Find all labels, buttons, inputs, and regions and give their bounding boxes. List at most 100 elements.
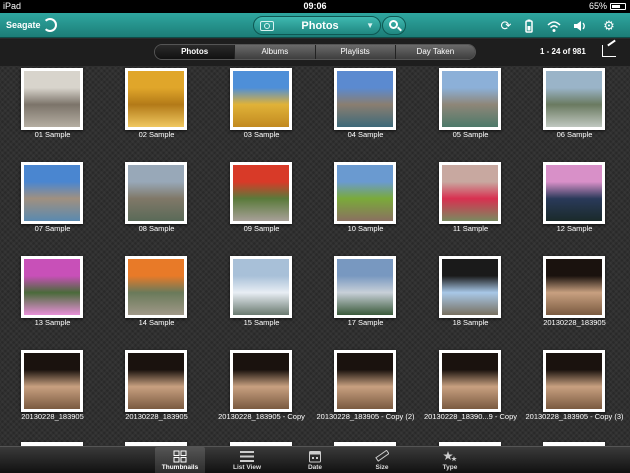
photo-frame bbox=[230, 256, 292, 318]
gear-icon[interactable]: ⚙ bbox=[601, 18, 617, 34]
photo-image bbox=[233, 353, 289, 409]
photo-thumbnail[interactable]: 11 Sample bbox=[418, 160, 523, 254]
photo-label: 15 Sample bbox=[243, 318, 280, 327]
photo-image bbox=[233, 165, 289, 221]
photo-frame bbox=[125, 162, 187, 224]
photo-label: 13 Sample bbox=[34, 318, 71, 327]
photo-frame bbox=[21, 256, 83, 318]
photo-image bbox=[546, 165, 602, 221]
photo-thumbnail[interactable]: 15 Sample bbox=[209, 254, 314, 348]
photo-thumbnail[interactable]: 05 Sample bbox=[418, 66, 523, 160]
photo-frame bbox=[439, 350, 501, 412]
segment-playlists[interactable]: Playlists bbox=[315, 45, 396, 59]
photo-thumbnail[interactable]: 20130228_183905 - Copy bbox=[209, 348, 314, 442]
photo-image bbox=[442, 71, 498, 127]
photo-thumbnail[interactable]: 20130228_18390...9 - Copy bbox=[418, 348, 523, 442]
photo-thumbnail[interactable]: 10 Sample bbox=[313, 160, 418, 254]
photo-image bbox=[337, 353, 393, 409]
photo-image bbox=[128, 165, 184, 221]
photo-image bbox=[128, 259, 184, 315]
photo-thumbnail[interactable]: 20130228_183905 - Copy (2) bbox=[313, 348, 418, 442]
photo-thumbnail[interactable]: 03 Sample bbox=[209, 66, 314, 160]
tab-label: List View bbox=[232, 464, 262, 471]
photo-frame bbox=[439, 68, 501, 130]
photo-thumbnail[interactable]: 04 Sample bbox=[313, 66, 418, 160]
photo-frame bbox=[230, 162, 292, 224]
photo-frame bbox=[334, 350, 396, 412]
photo-thumbnail[interactable]: 20130228_183905 bbox=[0, 348, 105, 442]
photo-thumbnail[interactable]: 02 Sample bbox=[104, 66, 209, 160]
seagate-logo: Seagate bbox=[6, 18, 57, 32]
photo-label: 20130228_183905 - Copy (3) bbox=[525, 412, 624, 421]
share-icon[interactable] bbox=[602, 45, 616, 57]
photo-image bbox=[442, 165, 498, 221]
search-button[interactable] bbox=[382, 16, 406, 35]
tab-thumbnails[interactable]: Thumbnails bbox=[155, 447, 205, 473]
photo-image bbox=[24, 165, 80, 221]
ruler-icon bbox=[375, 450, 389, 462]
photo-thumbnail[interactable]: 07 Sample bbox=[0, 160, 105, 254]
refresh-icon[interactable]: ⟳ bbox=[498, 18, 514, 34]
audio-output-icon[interactable] bbox=[572, 18, 588, 34]
segment-photos[interactable]: Photos bbox=[155, 45, 236, 59]
seagate-logo-icon bbox=[42, 18, 57, 32]
tab-list-view[interactable]: List View bbox=[222, 447, 272, 473]
photo-image bbox=[24, 71, 80, 127]
photo-frame bbox=[21, 68, 83, 130]
photo-thumbnail[interactable]: 13 Sample bbox=[0, 254, 105, 348]
tab-date[interactable]: Date bbox=[290, 447, 340, 473]
photo-frame bbox=[543, 162, 605, 224]
photo-thumbnail[interactable]: 20130228_183905 - Copy (3) bbox=[522, 348, 627, 442]
photo-thumbnail[interactable]: 08 Sample bbox=[104, 160, 209, 254]
tab-label: Size bbox=[375, 464, 389, 471]
photo-frame bbox=[125, 350, 187, 412]
photo-frame bbox=[21, 162, 83, 224]
tab-label: Thumbnails bbox=[161, 464, 199, 471]
photo-label: 14 Sample bbox=[138, 318, 175, 327]
photo-label: 20130228_18390...9 - Copy bbox=[424, 412, 517, 421]
photo-thumbnail[interactable]: 17 Sample bbox=[313, 254, 418, 348]
photo-label: 17 Sample bbox=[347, 318, 384, 327]
photo-frame bbox=[334, 68, 396, 130]
photo-label: 20130228_183905 - Copy (2) bbox=[316, 412, 415, 421]
wifi-icon[interactable] bbox=[546, 18, 562, 34]
photo-thumbnail[interactable]: 06 Sample bbox=[522, 66, 627, 160]
photo-image bbox=[337, 259, 393, 315]
view-segmented-control: Photos Albums Playlists Day Taken bbox=[154, 44, 476, 60]
media-type-selector[interactable]: Photos ▼ bbox=[253, 16, 381, 35]
photo-thumbnail[interactable]: 12 Sample bbox=[522, 160, 627, 254]
photo-image bbox=[128, 353, 184, 409]
photo-frame bbox=[125, 256, 187, 318]
tab-size[interactable]: Size bbox=[357, 447, 407, 473]
photo-frame bbox=[230, 68, 292, 130]
photo-image bbox=[337, 165, 393, 221]
segment-albums[interactable]: Albums bbox=[235, 45, 316, 59]
photo-label: 07 Sample bbox=[34, 224, 71, 233]
photo-thumbnail[interactable]: 18 Sample bbox=[418, 254, 523, 348]
photo-label: 01 Sample bbox=[34, 130, 71, 139]
photo-label: 03 Sample bbox=[243, 130, 280, 139]
photo-thumbnail[interactable]: 20130228_183905 bbox=[522, 254, 627, 348]
photo-thumbnail[interactable]: 01 Sample bbox=[0, 66, 105, 160]
photo-grid: 01 Sample 02 Sample 03 Sample 04 Sample 05 S… bbox=[0, 66, 630, 446]
calendar-icon bbox=[309, 451, 321, 463]
photo-image bbox=[442, 259, 498, 315]
photo-frame bbox=[125, 68, 187, 130]
photo-label: 20130228_183905 bbox=[125, 412, 188, 421]
photo-image bbox=[233, 259, 289, 315]
photo-label: 20130228_183905 bbox=[21, 412, 84, 421]
photo-thumbnail[interactable]: 14 Sample bbox=[104, 254, 209, 348]
photo-frame bbox=[543, 256, 605, 318]
page-title: Photos bbox=[301, 19, 339, 32]
photo-label: 12 Sample bbox=[556, 224, 593, 233]
drive-battery-icon[interactable] bbox=[521, 18, 537, 34]
photo-thumbnail[interactable]: 20130228_183905 bbox=[104, 348, 209, 442]
photo-thumbnail[interactable]: 09 Sample bbox=[209, 160, 314, 254]
photo-label: 18 Sample bbox=[452, 318, 489, 327]
grid-icon bbox=[173, 450, 187, 463]
tab-type[interactable]: Type bbox=[425, 447, 475, 473]
photo-image bbox=[546, 259, 602, 315]
status-bar: iPad 09:06 65% bbox=[0, 0, 630, 13]
photo-frame bbox=[334, 162, 396, 224]
segment-day-taken[interactable]: Day Taken bbox=[395, 45, 475, 59]
